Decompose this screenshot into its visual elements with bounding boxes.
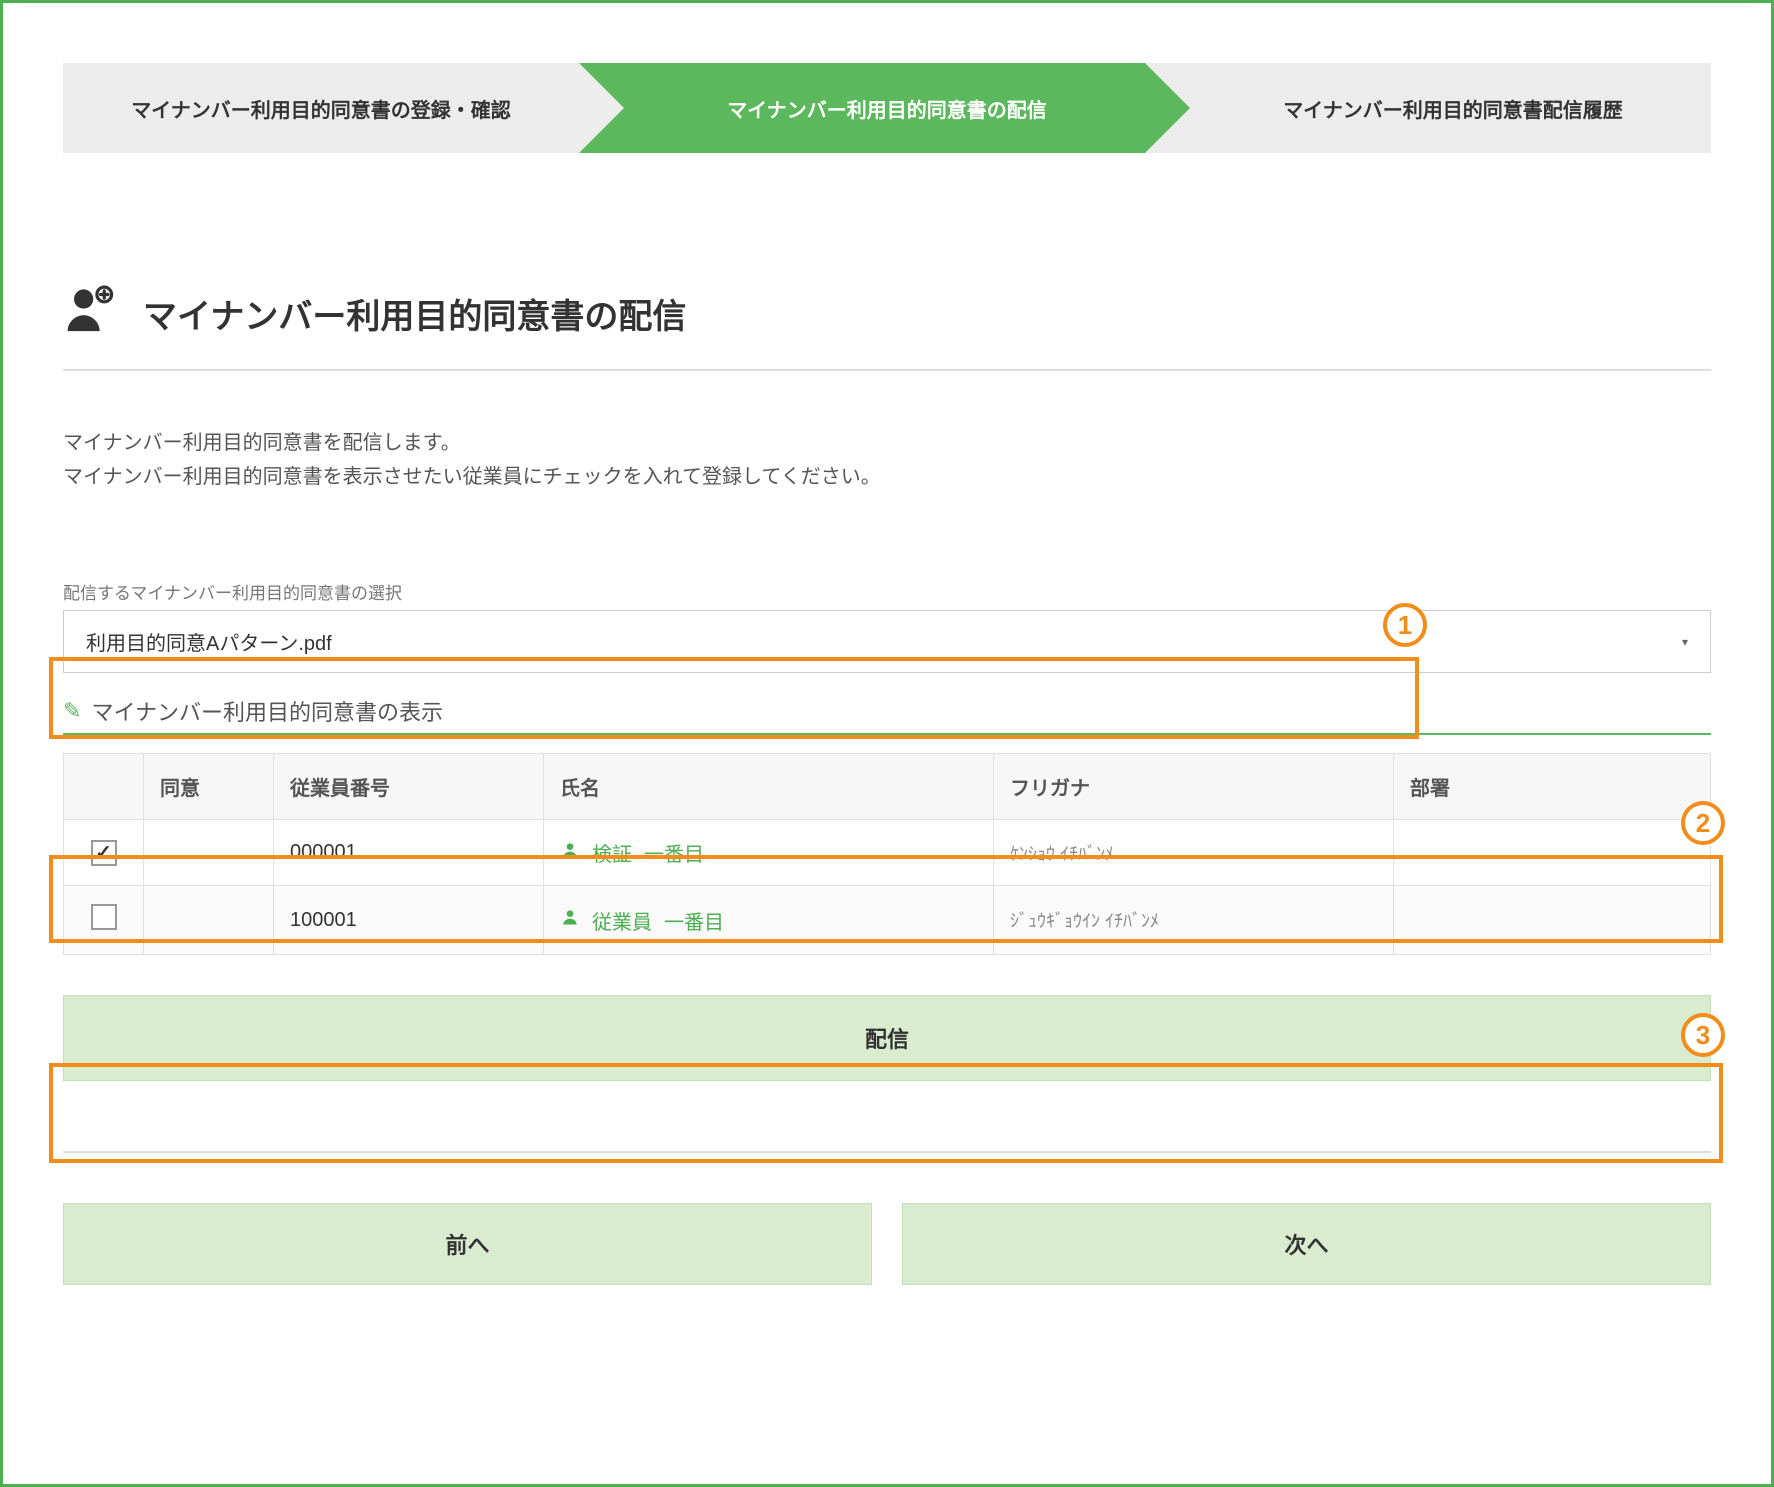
consent-document-select[interactable]: 利用目的同意Aパターン.pdf ▾ [63, 610, 1711, 673]
section-title: マイナンバー利用目的同意書の表示 [91, 695, 443, 727]
stepper: マイナンバー利用目的同意書の登録・確認 マイナンバー利用目的同意書の配信 マイナ… [63, 63, 1711, 153]
cell-emp-no: 000001 [274, 820, 544, 886]
cell-furigana: ｼﾞｭｳｷﾞｮｳｲﾝ ｲﾁﾊﾞﾝﾒ [994, 886, 1394, 955]
description-line: マイナンバー利用目的同意書を配信します。 [63, 426, 1711, 460]
name-part: 従業員 [592, 906, 652, 935]
table-row: 100001 従業員 一番目 ｼﾞｭｳｷﾞｮｳｲﾝ ｲﾁﾊﾞﾝﾒ [64, 886, 1711, 955]
cell-consent [144, 886, 274, 955]
row-checkbox[interactable] [91, 904, 117, 930]
step-register[interactable]: マイナンバー利用目的同意書の登録・確認 [63, 63, 579, 153]
chevron-down-icon: ▾ [1682, 635, 1688, 649]
button-label: 配信 [865, 1027, 909, 1052]
cell-furigana: ｹﾝｼｮｳ ｲﾁﾊﾞﾝﾒ [994, 820, 1394, 886]
distribute-button[interactable]: 配信 [63, 995, 1711, 1081]
page-title: マイナンバー利用目的同意書の配信 [143, 289, 686, 338]
name-part: 一番目 [664, 906, 724, 935]
col-checkbox [64, 754, 144, 820]
table-row: 000001 検証 一番目 ｹﾝｼｮｳ ｲﾁﾊﾞﾝﾒ [64, 820, 1711, 886]
prev-button[interactable]: 前へ [63, 1203, 872, 1285]
cell-dept [1394, 886, 1711, 955]
cell-name[interactable]: 検証 一番目 [560, 838, 977, 867]
name-part: 検証 [592, 838, 632, 867]
select-value: 利用目的同意Aパターン.pdf [86, 627, 332, 656]
cell-name[interactable]: 従業員 一番目 [560, 906, 977, 935]
app-frame: マイナンバー利用目的同意書の登録・確認 マイナンバー利用目的同意書の配信 マイナ… [0, 0, 1774, 1487]
divider [63, 1151, 1711, 1153]
button-label: 次へ [1284, 1233, 1328, 1258]
cell-consent [144, 820, 274, 886]
nav-row: 前へ 次へ [63, 1203, 1711, 1285]
next-button[interactable]: 次へ [902, 1203, 1711, 1285]
table-header-row: 同意 従業員番号 氏名 フリガナ 部署 [64, 754, 1711, 820]
description: マイナンバー利用目的同意書を配信します。 マイナンバー利用目的同意書を表示させた… [63, 426, 1711, 494]
col-dept: 部署 [1394, 754, 1711, 820]
row-checkbox[interactable] [91, 840, 117, 866]
description-line: マイナンバー利用目的同意書を表示させたい従業員にチェックを入れて登録してください… [63, 460, 1711, 494]
col-furigana: フリガナ [994, 754, 1394, 820]
step-label: マイナンバー利用目的同意書の配信 [727, 94, 1047, 123]
cell-dept [1394, 820, 1711, 886]
step-history[interactable]: マイナンバー利用目的同意書配信履歴 [1145, 63, 1711, 153]
employee-table: 同意 従業員番号 氏名 フリガナ 部署 000001 [63, 753, 1711, 955]
cell-emp-no: 100001 [274, 886, 544, 955]
person-icon [560, 840, 580, 866]
col-consent: 同意 [144, 754, 274, 820]
name-part: 一番目 [644, 838, 704, 867]
table-section-header: ✎ マイナンバー利用目的同意書の表示 [63, 695, 1711, 735]
person-add-icon [63, 283, 118, 344]
step-label: マイナンバー利用目的同意書の登録・確認 [131, 94, 511, 123]
col-name: 氏名 [544, 754, 994, 820]
col-emp-no: 従業員番号 [274, 754, 544, 820]
select-label: 配信するマイナンバー利用目的同意書の選択 [63, 579, 1711, 604]
page-title-row: マイナンバー利用目的同意書の配信 [63, 283, 1711, 371]
pencil-icon: ✎ [63, 698, 81, 724]
person-icon [560, 907, 580, 933]
step-distribute[interactable]: マイナンバー利用目的同意書の配信 [579, 63, 1145, 153]
step-label: マイナンバー利用目的同意書配信履歴 [1283, 94, 1623, 123]
button-label: 前へ [445, 1233, 489, 1258]
